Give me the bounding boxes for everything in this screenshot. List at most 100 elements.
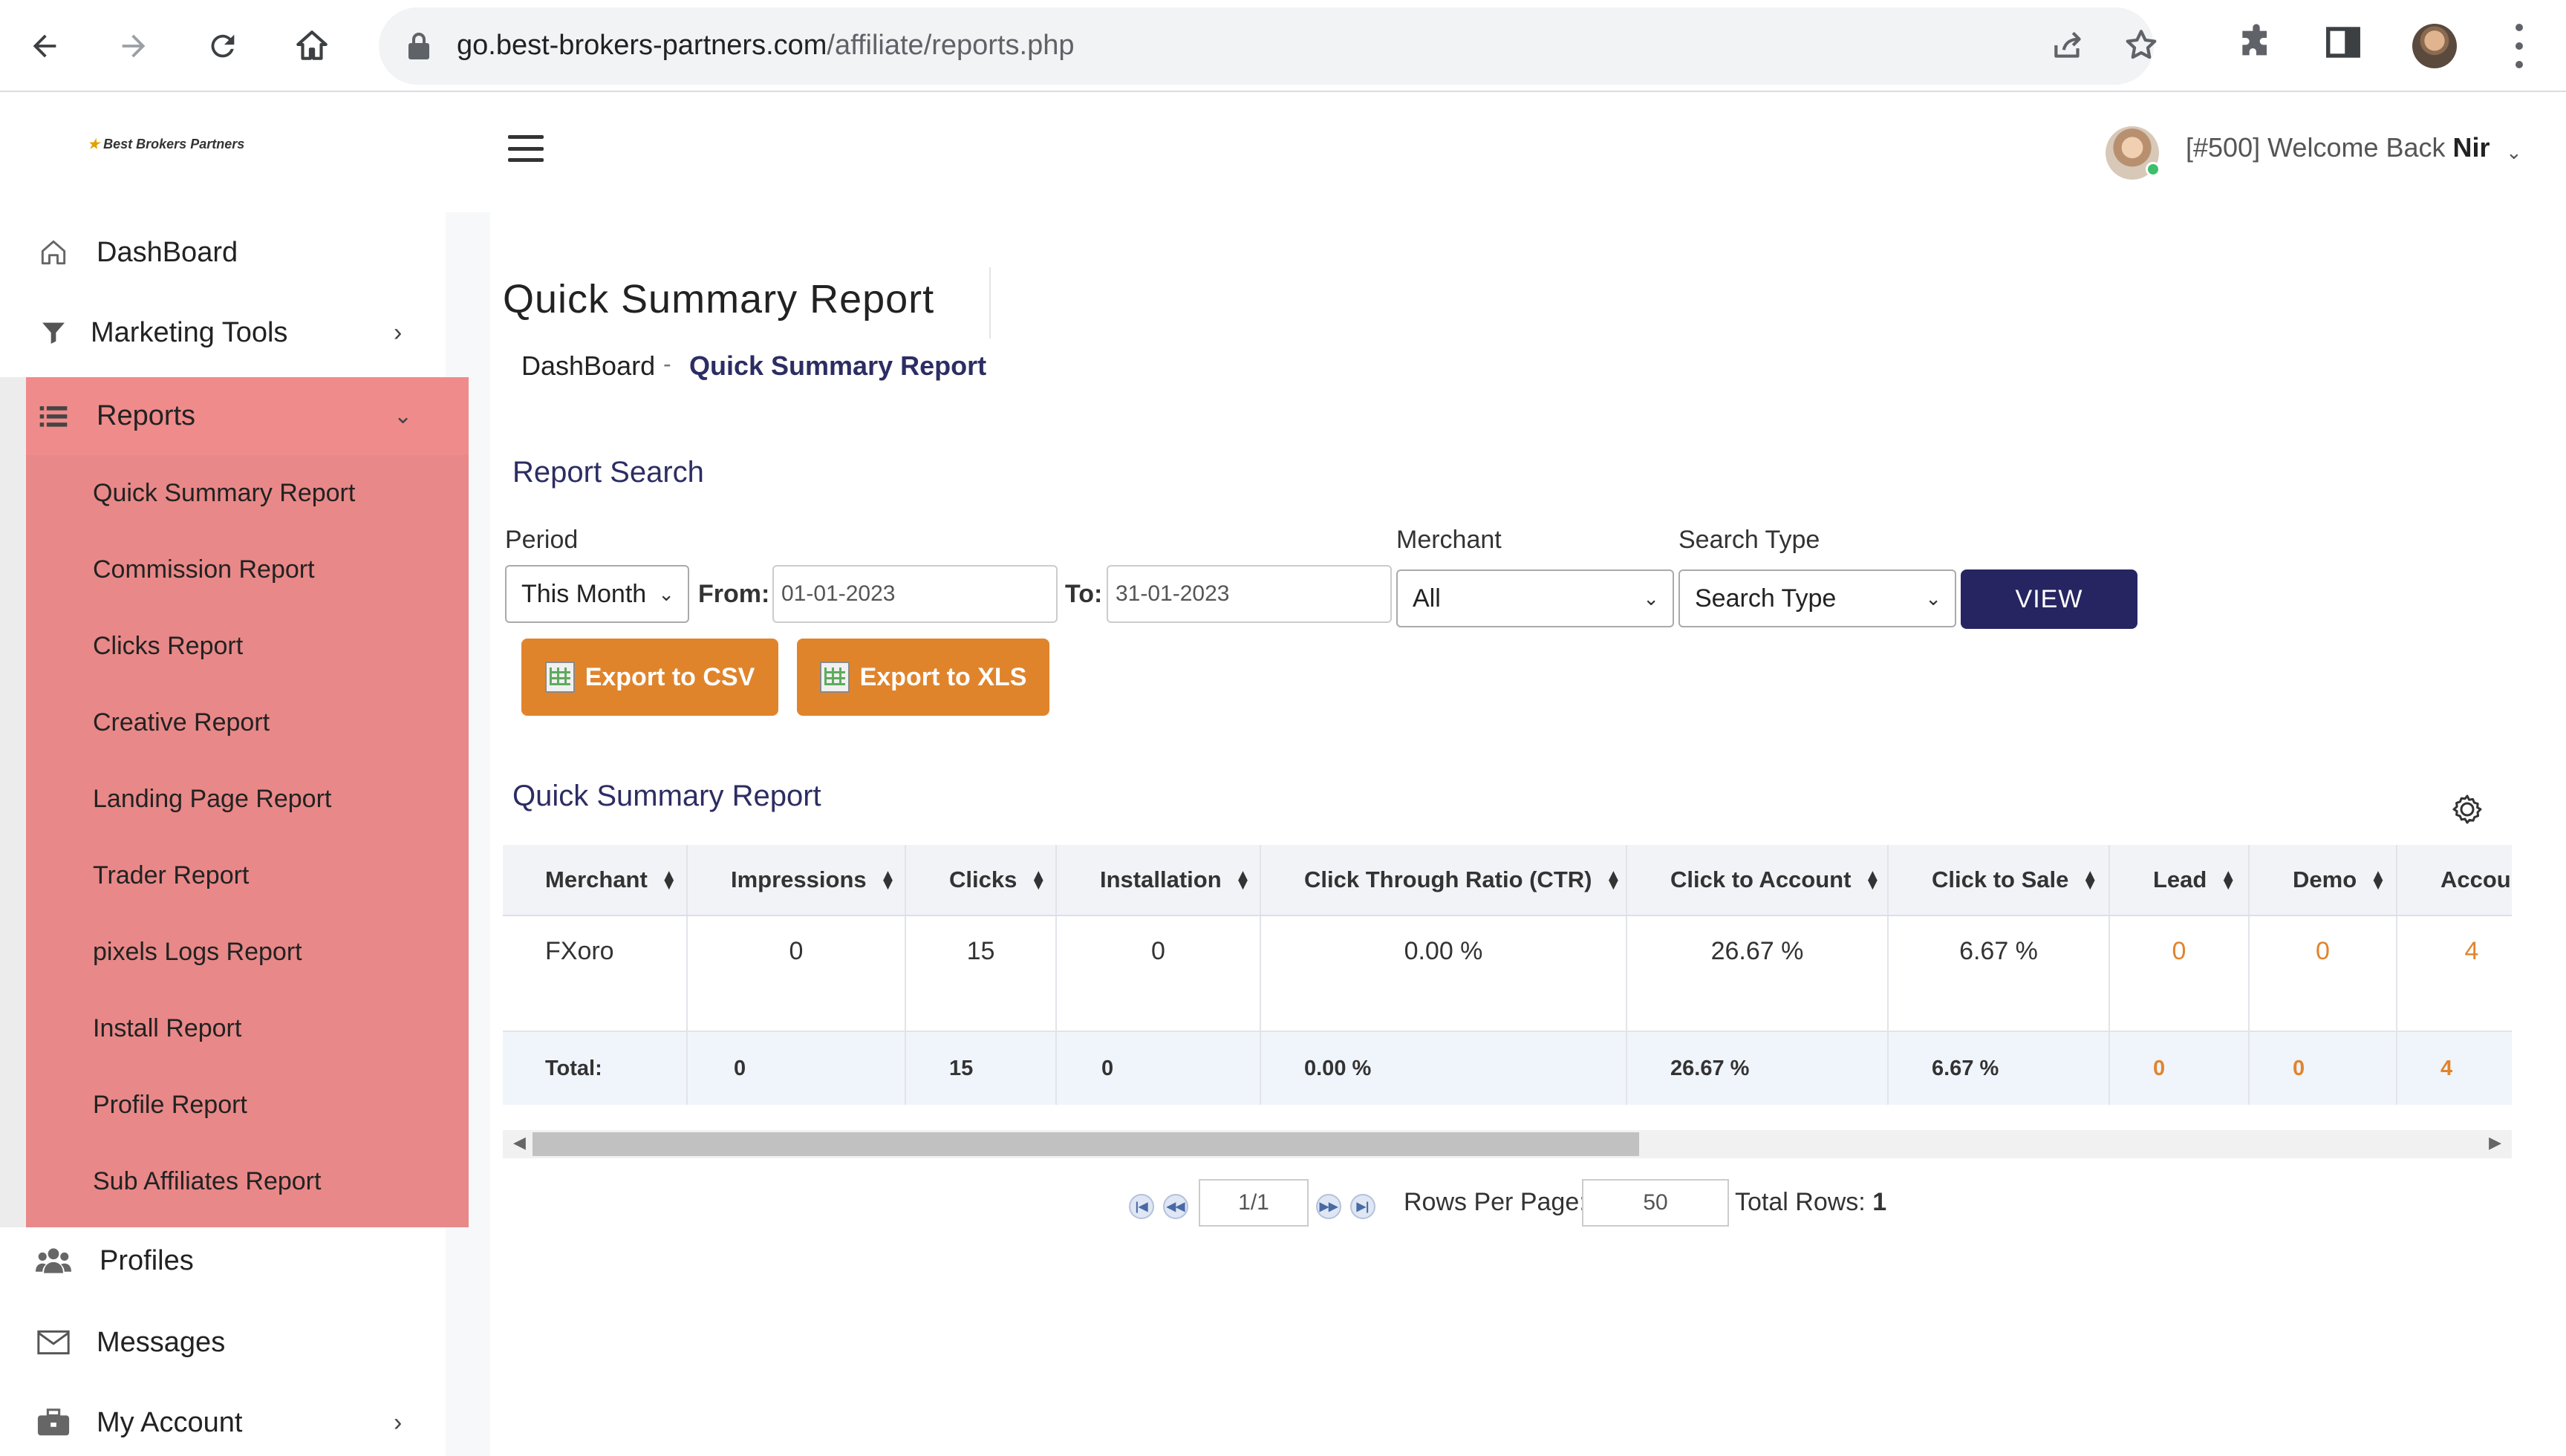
chevron-down-icon: ⌄ <box>1925 587 1941 610</box>
cell-click-to-sale: 6.67 % <box>1889 916 2110 1031</box>
submenu-trader-report[interactable]: Trader Report <box>93 861 249 890</box>
export-csv-button[interactable]: Export to CSV <box>521 639 778 716</box>
merchant-label: Merchant <box>1396 526 1502 554</box>
scroll-left-arrow-icon[interactable]: ◀ <box>513 1133 526 1152</box>
cell-demo-link[interactable]: 0 <box>2250 916 2397 1031</box>
total-impressions: 0 <box>688 1032 906 1105</box>
to-date-input[interactable]: 31-01-2023 <box>1107 565 1392 623</box>
rows-per-page-input[interactable]: 50 <box>1582 1179 1729 1227</box>
forward-icon[interactable] <box>110 22 157 70</box>
search-type-label: Search Type <box>1678 526 1820 554</box>
sidebar-item-messages[interactable]: Messages <box>0 1305 446 1380</box>
column-header-click-to-account[interactable]: Click to Account ▲ ▼ <box>1627 845 1889 915</box>
back-icon[interactable] <box>21 22 68 70</box>
total-label: Total: <box>503 1032 688 1105</box>
chevron-down-icon[interactable]: ⌄ <box>2506 141 2522 164</box>
sidebar-item-reports[interactable]: Reports ⌄ <box>0 379 446 453</box>
main-content <box>446 212 2566 1456</box>
submenu-sub-affiliates-report[interactable]: Sub Affiliates Report <box>93 1167 321 1196</box>
sidebar-item-my-account[interactable]: My Account › <box>0 1385 446 1456</box>
total-lead: 0 <box>2110 1032 2250 1105</box>
gear-icon[interactable] <box>2449 791 2485 827</box>
sidebar-item-profiles[interactable]: Profiles <box>0 1224 446 1298</box>
sidebar-item-label: Marketing Tools <box>91 316 288 348</box>
sort-icon: ▲ ▼ <box>1864 866 1881 893</box>
home-icon[interactable] <box>288 22 336 70</box>
browser-profile-avatar[interactable] <box>2412 24 2457 68</box>
side-panel-icon[interactable] <box>2323 22 2363 71</box>
last-page-icon[interactable]: ▶| <box>1350 1194 1375 1219</box>
period-label: Period <box>505 526 579 554</box>
submenu-clicks-report[interactable]: Clicks Report <box>93 632 243 661</box>
merchant-select[interactable]: All ⌄ <box>1396 569 1674 627</box>
sidebar-item-label: Reports <box>97 399 196 431</box>
column-header-installation[interactable]: Installation ▲ ▼ <box>1057 845 1261 915</box>
sidebar-item-dashboard[interactable]: DashBoard <box>0 215 446 290</box>
column-header-impressions[interactable]: Impressions ▲ ▼ <box>688 845 906 915</box>
horizontal-scrollbar[interactable]: ◀ ▶ <box>503 1130 2512 1158</box>
chevron-down-icon: ⌄ <box>1643 587 1659 610</box>
period-select[interactable]: This Month ⌄ <box>505 565 689 623</box>
submenu-install-report[interactable]: Install Report <box>93 1014 241 1043</box>
extensions-icon[interactable] <box>2236 22 2277 73</box>
submenu-profile-report[interactable]: Profile Report <box>93 1091 247 1120</box>
column-header-accounts[interactable]: Accou <box>2397 845 2512 915</box>
view-button[interactable]: VIEW <box>1961 569 2137 629</box>
total-ctr: 0.00 % <box>1261 1032 1627 1105</box>
breadcrumb-home[interactable]: DashBoard <box>521 350 655 382</box>
title-divider <box>989 267 991 339</box>
total-click-to-account: 26.67 % <box>1627 1032 1889 1105</box>
content-panel <box>490 212 2566 1456</box>
report-search-title: Report Search <box>512 456 704 489</box>
search-type-select[interactable]: Search Type ⌄ <box>1678 569 1956 627</box>
breadcrumb-separator: - <box>663 350 671 377</box>
scrollbar-thumb[interactable] <box>533 1132 1639 1156</box>
first-page-icon[interactable]: |◀ <box>1129 1194 1154 1219</box>
sidebar-item-label: DashBoard <box>97 236 238 268</box>
from-date-input[interactable]: 01-01-2023 <box>772 565 1058 623</box>
sort-icon: ▲ ▼ <box>1605 866 1622 893</box>
scroll-right-arrow-icon[interactable]: ▶ <box>2489 1133 2501 1152</box>
share-icon[interactable] <box>2050 27 2087 72</box>
submenu-landing-page-report[interactable]: Landing Page Report <box>93 785 331 814</box>
table-row: FXoro 0 15 0 0.00 % 26.67 % 6.67 % 0 0 4 <box>503 916 2512 1032</box>
reload-icon[interactable] <box>199 22 247 70</box>
browser-menu-icon[interactable] <box>2512 24 2527 68</box>
table-header-row: Merchant ▲ ▼ Impressions ▲ ▼ Clicks ▲ ▼ Instal… <box>503 845 2512 916</box>
column-header-click-to-sale[interactable]: Click to Sale ▲ ▼ <box>1889 845 2110 915</box>
envelope-icon <box>36 1325 71 1360</box>
next-page-icon[interactable]: ▶▶ <box>1316 1194 1341 1219</box>
to-label: To: <box>1065 580 1103 608</box>
sort-icon: ▲ ▼ <box>1030 866 1047 893</box>
column-header-demo[interactable]: Demo ▲ ▼ <box>2250 845 2397 915</box>
sidebar-item-marketing-tools[interactable]: Marketing Tools › <box>0 296 446 370</box>
welcome-text[interactable]: [#500] Welcome Back Nir <box>2186 132 2490 163</box>
cell-accounts-link[interactable]: 4 <box>2397 916 2512 1031</box>
prev-page-icon[interactable]: ◀◀ <box>1163 1194 1188 1219</box>
users-icon <box>36 1243 71 1279</box>
user-avatar[interactable] <box>2106 126 2160 180</box>
column-header-clicks[interactable]: Clicks ▲ ▼ <box>906 845 1057 915</box>
browser-toolbar: go.best-brokers-partners.com/affiliate/r… <box>0 0 2566 92</box>
column-header-ctr[interactable]: Click Through Ratio (CTR) ▲ ▼ <box>1261 845 1627 915</box>
cell-lead-link[interactable]: 0 <box>2110 916 2250 1031</box>
submenu-commission-report[interactable]: Commission Report <box>93 555 315 584</box>
cell-ctr: 0.00 % <box>1261 916 1627 1031</box>
hamburger-menu-icon[interactable] <box>508 135 544 162</box>
sidebar-item-label: Messages <box>97 1326 226 1358</box>
cell-clicks: 15 <box>906 916 1057 1031</box>
total-accounts: 4 <box>2440 1056 2453 1080</box>
sort-icon: ▲ ▼ <box>2082 866 2099 893</box>
brand-logo[interactable]: ★ Best Brokers Partners <box>88 137 244 152</box>
bookmark-star-icon[interactable] <box>2123 27 2160 72</box>
page-number-input[interactable]: 1/1 <box>1199 1179 1309 1227</box>
address-bar[interactable]: go.best-brokers-partners.com/affiliate/r… <box>379 7 2157 85</box>
breadcrumb-current: Quick Summary Report <box>689 350 987 381</box>
submenu-quick-summary-report[interactable]: Quick Summary Report <box>93 479 355 508</box>
column-header-merchant[interactable]: Merchant ▲ ▼ <box>503 845 688 915</box>
column-header-lead[interactable]: Lead ▲ ▼ <box>2110 845 2250 915</box>
chevron-down-icon: ⌄ <box>394 403 413 428</box>
export-xls-button[interactable]: Export to XLS <box>797 639 1049 716</box>
submenu-creative-report[interactable]: Creative Report <box>93 708 270 737</box>
submenu-pixels-logs-report[interactable]: pixels Logs Report <box>93 938 302 967</box>
